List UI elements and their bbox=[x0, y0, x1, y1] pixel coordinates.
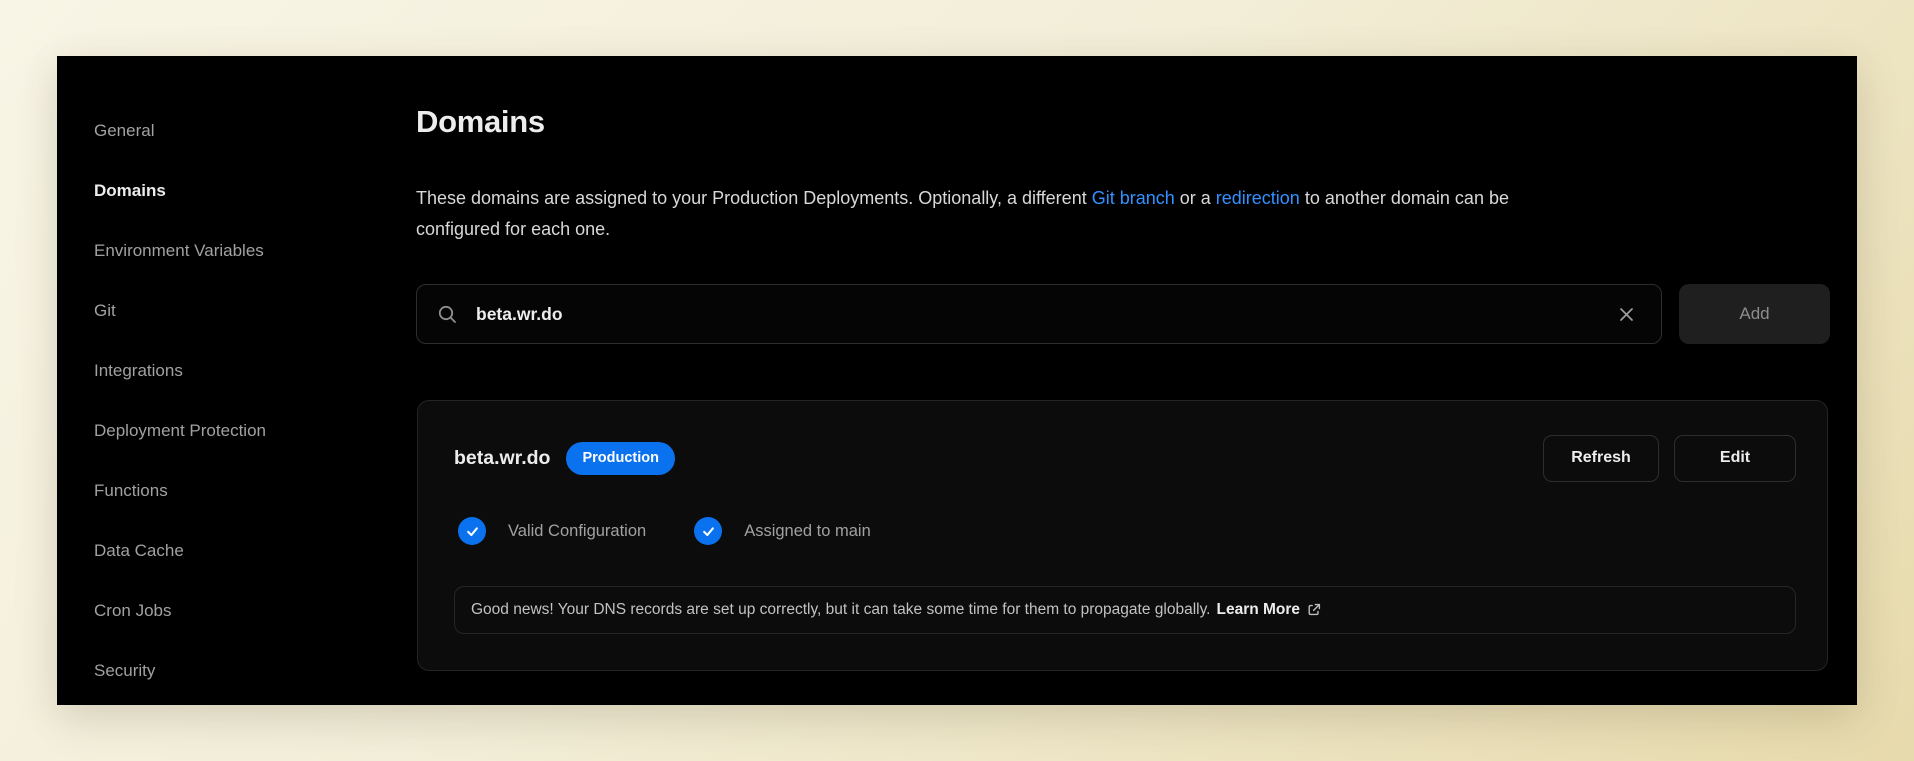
description-text: configured for each one. bbox=[416, 219, 610, 239]
redirection-link[interactable]: redirection bbox=[1216, 188, 1300, 208]
domain-search-box[interactable] bbox=[416, 284, 1662, 344]
page-description: These domains are assigned to your Produ… bbox=[416, 183, 1796, 245]
domain-card-header: beta.wr.do Production Refresh Edit bbox=[454, 434, 1796, 482]
sidebar-item-deployment-protection[interactable]: Deployment Protection bbox=[94, 401, 394, 461]
add-domain-row: Add bbox=[416, 284, 1830, 344]
learn-more-link[interactable]: Learn More bbox=[1217, 601, 1323, 619]
domains-settings-content: Domains These domains are assigned to yo… bbox=[416, 56, 1830, 705]
git-branch-link[interactable]: Git branch bbox=[1092, 188, 1175, 208]
check-circle-icon bbox=[458, 517, 486, 545]
sidebar-item-data-cache[interactable]: Data Cache bbox=[94, 521, 394, 581]
sidebar-item-git[interactable]: Git bbox=[94, 281, 394, 341]
dns-info-banner: Good news! Your DNS records are set up c… bbox=[454, 586, 1796, 634]
sidebar-item-integrations[interactable]: Integrations bbox=[94, 341, 394, 401]
domain-status-row: Valid Configuration Assigned to main bbox=[458, 517, 871, 545]
domain-card: beta.wr.do Production Refresh Edit Valid… bbox=[417, 400, 1828, 671]
dns-info-message: Good news! Your DNS records are set up c… bbox=[471, 601, 1211, 619]
status-label: Assigned to main bbox=[744, 522, 871, 541]
add-domain-button[interactable]: Add bbox=[1679, 284, 1830, 344]
production-badge: Production bbox=[566, 442, 675, 475]
external-link-icon bbox=[1306, 602, 1322, 618]
sidebar-item-general[interactable]: General bbox=[94, 101, 394, 161]
search-icon bbox=[437, 304, 458, 325]
assigned-branch-status: Assigned to main bbox=[694, 517, 871, 545]
domain-name: beta.wr.do bbox=[454, 447, 550, 470]
domain-input[interactable] bbox=[476, 304, 1613, 325]
edit-button[interactable]: Edit bbox=[1674, 435, 1796, 482]
check-circle-icon bbox=[694, 517, 722, 545]
settings-sidebar: General Domains Environment Variables Gi… bbox=[94, 101, 394, 701]
sidebar-item-domains[interactable]: Domains bbox=[94, 161, 394, 221]
clear-input-icon[interactable] bbox=[1613, 301, 1639, 327]
learn-more-label: Learn More bbox=[1217, 601, 1301, 619]
sidebar-item-environment-variables[interactable]: Environment Variables bbox=[94, 221, 394, 281]
sidebar-item-functions[interactable]: Functions bbox=[94, 461, 394, 521]
description-text: to another domain can be bbox=[1300, 188, 1509, 208]
status-label: Valid Configuration bbox=[508, 522, 646, 541]
sidebar-item-security[interactable]: Security bbox=[94, 641, 394, 701]
description-text: These domains are assigned to your Produ… bbox=[416, 188, 1092, 208]
refresh-button[interactable]: Refresh bbox=[1543, 435, 1659, 482]
page-title: Domains bbox=[416, 104, 545, 140]
sidebar-item-cron-jobs[interactable]: Cron Jobs bbox=[94, 581, 394, 641]
description-text: or a bbox=[1175, 188, 1216, 208]
valid-configuration-status: Valid Configuration bbox=[458, 517, 646, 545]
settings-panel: General Domains Environment Variables Gi… bbox=[57, 56, 1857, 705]
